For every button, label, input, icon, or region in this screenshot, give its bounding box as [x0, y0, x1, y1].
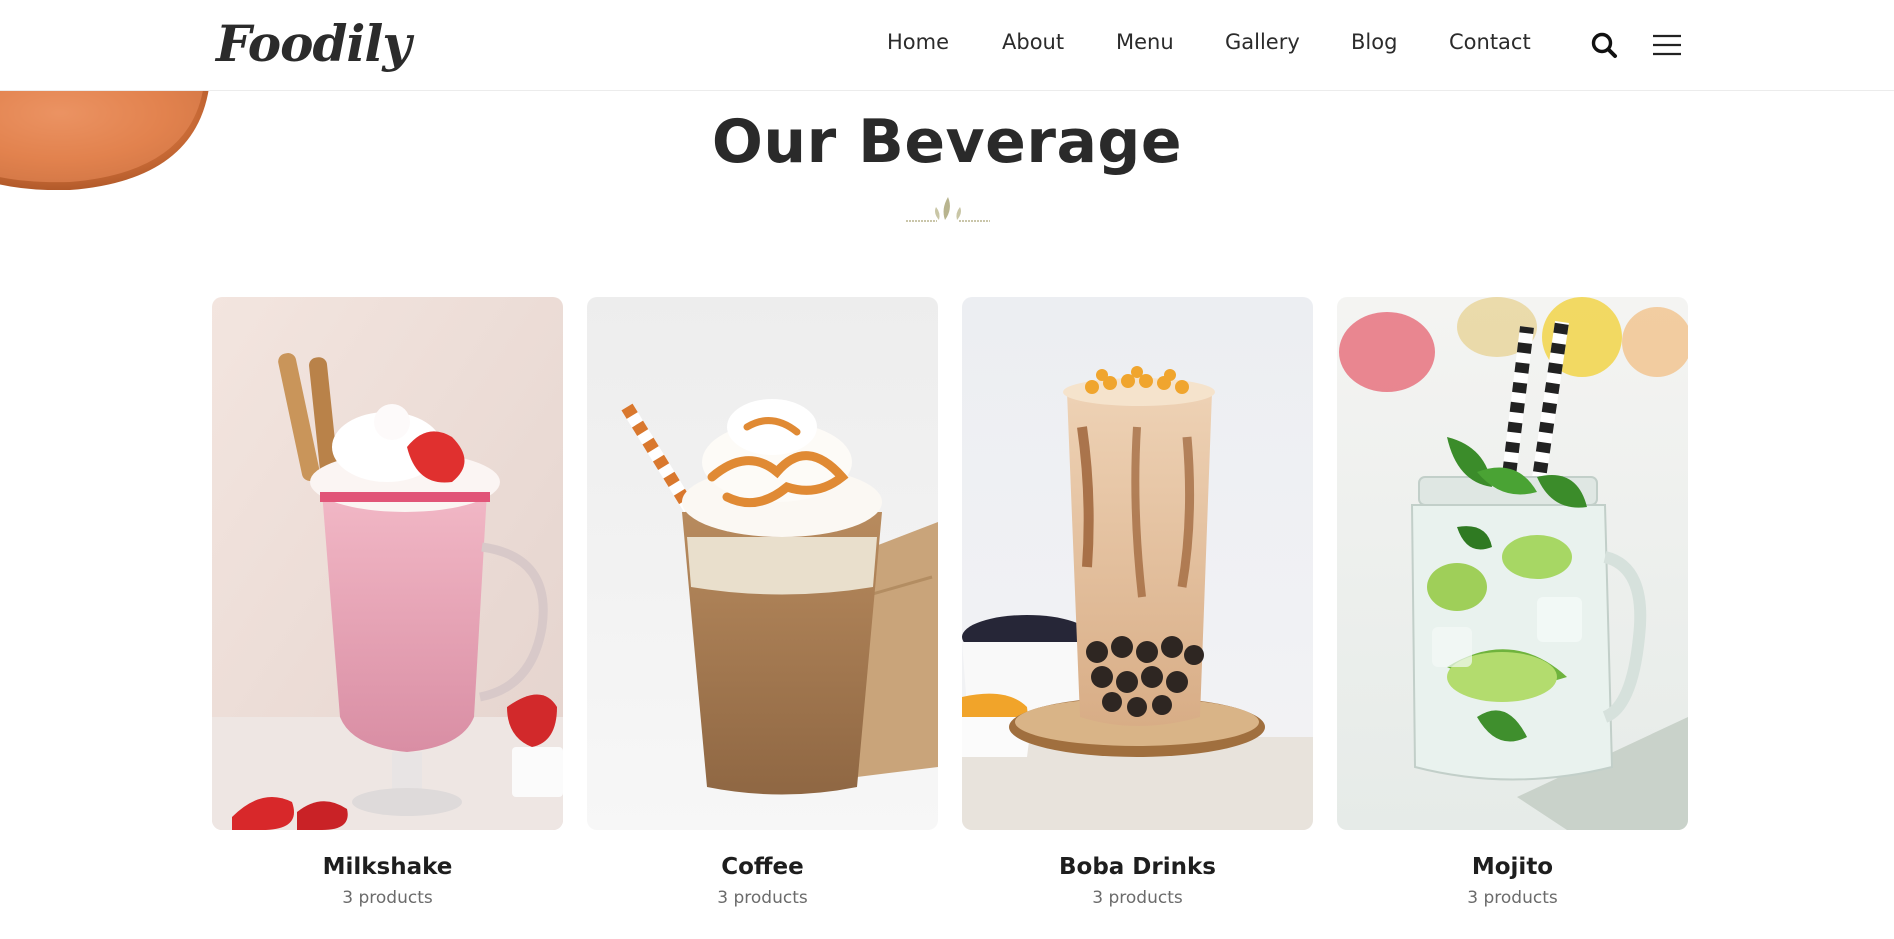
nav-gallery[interactable]: Gallery — [1225, 26, 1300, 58]
card-title[interactable]: Boba Drinks — [962, 852, 1313, 882]
milkshake-image[interactable] — [212, 297, 563, 830]
nav-blog[interactable]: Blog — [1351, 26, 1397, 58]
boba-drinks-image[interactable] — [962, 297, 1313, 830]
nav-contact[interactable]: Contact — [1449, 26, 1531, 58]
category-card-boba-drinks[interactable]: Boba Drinks 3 products — [962, 297, 1313, 910]
category-card-milkshake[interactable]: Milkshake 3 products — [212, 297, 563, 910]
card-product-count: 3 products — [342, 888, 433, 908]
mojito-image[interactable] — [1337, 297, 1688, 830]
card-title[interactable]: Coffee — [587, 852, 938, 882]
section-title: Our Beverage — [711, 107, 1183, 177]
nav-about[interactable]: About — [1002, 26, 1064, 58]
card-title[interactable]: Milkshake — [212, 852, 563, 882]
nav-menu[interactable]: Menu — [1116, 26, 1174, 58]
card-title[interactable]: Mojito — [1337, 852, 1688, 882]
category-card-mojito[interactable]: Mojito 3 products — [1337, 297, 1688, 910]
hamburger-menu-icon[interactable] — [1651, 30, 1683, 60]
site-logo[interactable]: Foodily — [216, 8, 411, 80]
site-header: Foodily Home About Menu Gallery Blog Con… — [0, 0, 1894, 91]
card-product-count: 3 products — [717, 888, 808, 908]
leaf-divider-icon — [903, 193, 993, 227]
coffee-image[interactable] — [587, 297, 938, 830]
nav-home[interactable]: Home — [887, 26, 949, 58]
card-product-count: 3 products — [1467, 888, 1558, 908]
search-icon[interactable] — [1589, 30, 1621, 60]
category-card-coffee[interactable]: Coffee 3 products — [587, 297, 938, 910]
card-product-count: 3 products — [1092, 888, 1183, 908]
